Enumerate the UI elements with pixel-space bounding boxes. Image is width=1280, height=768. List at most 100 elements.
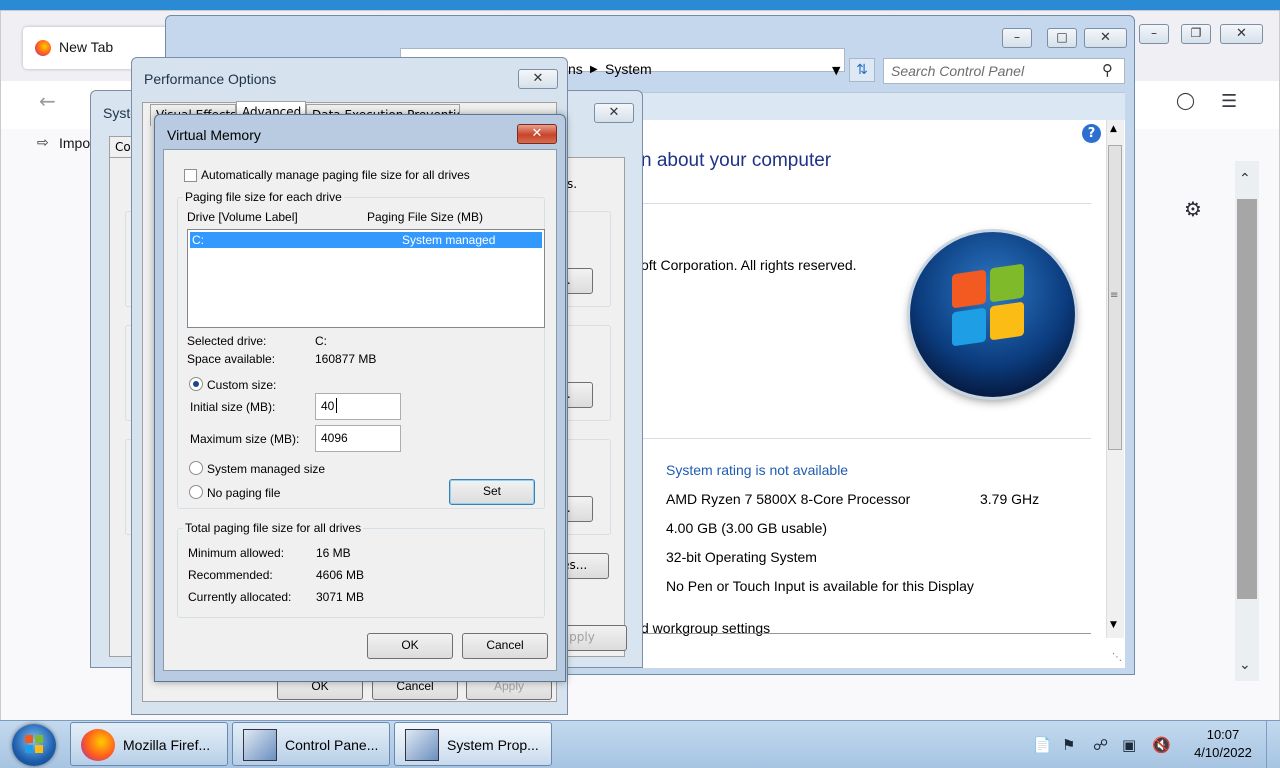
cp-close-button[interactable]: ✕ [1084, 28, 1127, 48]
settings-gear-icon[interactable]: ⚙ [1184, 197, 1202, 221]
paging-group-title: Paging file size for each drive [183, 190, 344, 204]
initial-size-label: Initial size (MB): [190, 400, 276, 414]
selected-drive-label: Selected drive: [187, 334, 267, 348]
firefox-minimize-button[interactable]: – [1139, 24, 1169, 44]
auto-manage-label[interactable]: Automatically manage paging file size fo… [201, 168, 470, 182]
sp-close-button[interactable]: ✕ [594, 103, 634, 123]
drive-letter: C: [192, 233, 204, 247]
copyright-text: oft Corporation. All rights reserved. [641, 257, 857, 273]
drive-list[interactable]: C: System managed [187, 229, 545, 328]
total-paging-title: Total paging file size for all drives [183, 521, 364, 535]
auto-manage-checkbox[interactable] [184, 169, 197, 182]
action-center-flag-icon[interactable]: ⚑ [1062, 736, 1075, 754]
taskbar-control-panel[interactable]: Control Pane... [232, 722, 390, 766]
cp-maximize-button[interactable]: □ [1047, 28, 1077, 48]
firefox-close-button[interactable]: ✕ [1220, 24, 1263, 44]
sp-partial-text: s. [567, 177, 578, 191]
text-cursor [336, 398, 337, 413]
no-paging-label[interactable]: No paging file [207, 486, 280, 500]
help-icon[interactable]: ? [1082, 124, 1101, 143]
space-available-label: Space available: [187, 352, 276, 366]
divider [641, 438, 1091, 439]
breadcrumb-prev[interactable]: ns [568, 61, 583, 77]
firefox-restore-button[interactable]: ❐ [1181, 24, 1211, 44]
computer-icon [405, 729, 439, 761]
cp-minimize-button[interactable]: – [1002, 28, 1032, 48]
vm-ok-button[interactable]: OK [367, 633, 453, 659]
taskbar-system-properties[interactable]: System Prop... [394, 722, 552, 766]
min-allowed-label: Minimum allowed: [188, 546, 285, 560]
show-desktop-button[interactable] [1266, 721, 1280, 768]
pen-touch-value: No Pen or Touch Input is available for t… [666, 578, 974, 594]
po-close-button[interactable]: ✕ [518, 69, 558, 89]
memory-value: 4.00 GB (3.00 GB usable) [666, 520, 828, 536]
refresh-icon[interactable]: ⇅ [849, 58, 875, 82]
max-size-input[interactable]: 4096 [315, 425, 401, 452]
processor-value: AMD Ryzen 7 5800X 8-Core Processor [666, 491, 911, 507]
taskbar-clock[interactable]: 10:07 4/10/2022 [1188, 726, 1258, 762]
taskbar-firefox[interactable]: Mozilla Firef... [70, 722, 228, 766]
column-size: Paging File Size (MB) [367, 210, 484, 224]
clipboard-icon[interactable]: 📄 [1033, 736, 1052, 754]
scroll-up-icon[interactable]: ▲ [1110, 124, 1117, 134]
resize-grip-icon[interactable]: ⋱ [1112, 652, 1122, 663]
start-button[interactable] [12, 724, 56, 766]
allocated-label: Currently allocated: [188, 590, 292, 604]
drive-row[interactable]: C: System managed [190, 232, 542, 248]
vm-close-button[interactable]: ✕ [517, 124, 557, 144]
windows-logo [910, 232, 1075, 397]
system-managed-label[interactable]: System managed size [207, 462, 325, 476]
custom-size-radio[interactable] [189, 377, 203, 391]
firefox-icon [81, 729, 115, 761]
no-paging-radio[interactable] [189, 485, 203, 499]
divider [641, 203, 1091, 204]
scroll-grip-icon: ≡ [1110, 290, 1119, 301]
breadcrumb-current[interactable]: System [605, 61, 652, 77]
drive-size: System managed [402, 233, 496, 247]
selected-drive-value: C: [315, 334, 327, 348]
cp-heading: n about your computer [641, 150, 832, 171]
import-icon: ⇨ [37, 135, 49, 151]
breadcrumb-separator-icon: ▶ [590, 64, 598, 75]
virtual-memory-title: Virtual Memory [167, 127, 261, 143]
import-bookmarks-link[interactable]: Impo [59, 135, 90, 151]
network-icon[interactable]: ☍ [1093, 736, 1108, 754]
recommended-value: 4606 MB [316, 568, 365, 582]
display-icon[interactable]: ▣ [1122, 736, 1136, 754]
min-allowed-value: 16 MB [316, 546, 351, 560]
firefox-icon [35, 40, 51, 56]
computer-icon [243, 729, 277, 761]
column-drive: Drive [Volume Label] [187, 210, 298, 224]
chevron-up-icon[interactable]: ⌃ [1239, 171, 1251, 187]
taskbar-firefox-label: Mozilla Firef... [123, 737, 211, 753]
taskbar-control-panel-label: Control Pane... [285, 737, 379, 753]
set-button[interactable]: Set [449, 479, 535, 505]
search-icon[interactable]: ⚲ [1102, 61, 1113, 79]
search-placeholder: Search Control Panel [891, 63, 1025, 79]
back-arrow-icon[interactable]: ← [39, 89, 56, 113]
performance-options-title: Performance Options [144, 71, 277, 87]
clock-time: 10:07 [1206, 727, 1240, 742]
dropdown-arrow-icon[interactable]: ▼ [832, 64, 840, 77]
firefox-scrollbar-thumb[interactable] [1237, 199, 1257, 599]
custom-size-label[interactable]: Custom size: [207, 378, 276, 392]
pocket-icon[interactable]: ◯ [1176, 91, 1195, 111]
volume-muted-icon[interactable]: 🔇 [1152, 736, 1171, 754]
system-type-value: 32-bit Operating System [666, 549, 817, 565]
scroll-down-icon[interactable]: ▼ [1110, 620, 1117, 630]
vm-cancel-button[interactable]: Cancel [462, 633, 548, 659]
max-size-label: Maximum size (MB): [190, 432, 300, 446]
system-rating-link[interactable]: System rating is not available [666, 462, 848, 478]
space-available-value: 160877 MB [315, 352, 377, 366]
initial-size-input[interactable]: 40 [315, 393, 401, 420]
clock-date: 4/10/2022 [1194, 745, 1252, 760]
allocated-value: 3071 MB [316, 590, 365, 604]
chevron-down-icon[interactable]: ⌄ [1239, 657, 1251, 673]
system-managed-radio[interactable] [189, 461, 203, 475]
taskbar-system-properties-label: System Prop... [447, 737, 539, 753]
divider [641, 633, 1091, 634]
processor-speed: 3.79 GHz [980, 491, 1040, 507]
search-control-panel-input[interactable]: Search Control Panel ⚲ [883, 58, 1125, 84]
hamburger-menu-icon[interactable]: ☰ [1221, 91, 1237, 112]
cp-menubar [565, 92, 1125, 120]
